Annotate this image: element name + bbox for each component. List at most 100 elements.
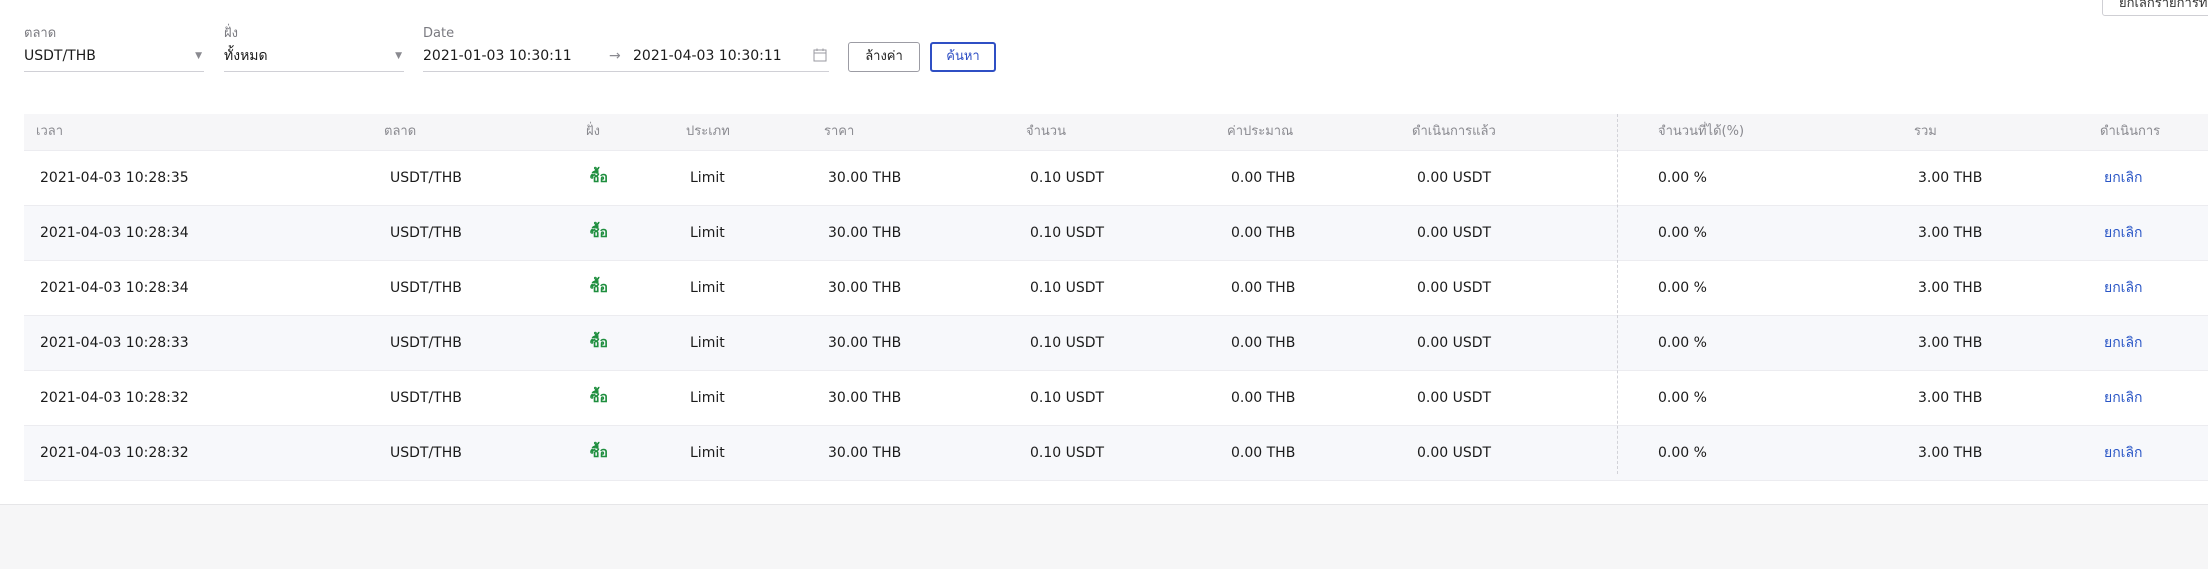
cell-estimate: 0.00 THB	[1231, 225, 1296, 241]
cell-total: 3.00 THB	[1918, 390, 1983, 406]
cell-estimate: 0.00 THB	[1231, 170, 1296, 186]
cell-estimate: 0.00 THB	[1231, 390, 1296, 406]
chevron-down-icon: ▼	[395, 51, 402, 61]
cell-side: ซื้อ	[590, 445, 608, 461]
cell-market: USDT/THB	[390, 225, 462, 241]
col-header-side: ฝั่ง	[586, 124, 600, 139]
cell-amount: 0.10 USDT	[1030, 225, 1105, 241]
footer-area	[0, 504, 2208, 569]
cell-estimate: 0.00 THB	[1231, 445, 1296, 461]
table-row: 2021-04-03 10:28:34 USDT/THB ซื้อ Limit 30.0…	[24, 206, 2208, 261]
cell-market: USDT/THB	[390, 390, 462, 406]
cell-side: ซื้อ	[590, 170, 608, 186]
cancel-all-button[interactable]: ยกเลิกรายการทั้งหมด	[2102, 0, 2208, 16]
cell-filled-percent: 0.00 %	[1658, 335, 1707, 351]
cell-market: USDT/THB	[390, 170, 462, 186]
market-select-value: USDT/THB	[24, 48, 96, 64]
cell-executed: 0.00 USDT	[1417, 390, 1492, 406]
table-row: 2021-04-03 10:28:35 USDT/THB ซื้อ Limit 30.0…	[24, 151, 2208, 206]
cell-estimate: 0.00 THB	[1231, 335, 1296, 351]
table-header: เวลา ตลาด ฝั่ง ประเภท ราคา จำนวน ค่าประม…	[24, 114, 2208, 151]
date-end-input[interactable]: 2021-04-03 10:30:11	[633, 48, 782, 64]
market-filter-label: ตลาด	[24, 26, 57, 41]
cell-type: Limit	[690, 445, 725, 461]
cell-amount: 0.10 USDT	[1030, 390, 1105, 406]
cell-type: Limit	[690, 335, 725, 351]
cancel-order-link[interactable]: ยกเลิก	[2104, 371, 2143, 425]
col-header-market: ตลาด	[384, 124, 417, 139]
cell-price: 30.00 THB	[828, 225, 902, 241]
cancel-order-link[interactable]: ยกเลิก	[2104, 316, 2143, 370]
cell-time: 2021-04-03 10:28:34	[40, 225, 189, 241]
cancel-order-link[interactable]: ยกเลิก	[2104, 261, 2143, 315]
column-divider	[1617, 114, 1618, 474]
cell-side: ซื้อ	[590, 390, 608, 406]
search-button[interactable]: ค้นหา	[930, 42, 996, 72]
cell-side: ซื้อ	[590, 280, 608, 296]
cell-market: USDT/THB	[390, 335, 462, 351]
date-start-input[interactable]: 2021-01-03 10:30:11	[423, 48, 572, 64]
cell-amount: 0.10 USDT	[1030, 335, 1105, 351]
cell-total: 3.00 THB	[1918, 280, 1983, 296]
cell-total: 3.00 THB	[1918, 225, 1983, 241]
cell-market: USDT/THB	[390, 445, 462, 461]
cancel-order-link[interactable]: ยกเลิก	[2104, 426, 2143, 480]
cell-amount: 0.10 USDT	[1030, 445, 1105, 461]
cell-executed: 0.00 USDT	[1417, 335, 1492, 351]
cell-time: 2021-04-03 10:28:34	[40, 280, 189, 296]
cell-type: Limit	[690, 225, 725, 241]
col-header-action: ดำเนินการ	[2100, 124, 2161, 139]
table-row: 2021-04-03 10:28:32 USDT/THB ซื้อ Limit 30.0…	[24, 371, 2208, 426]
cancel-order-link[interactable]: ยกเลิก	[2104, 206, 2143, 260]
col-header-total: รวม	[1914, 124, 1937, 139]
cell-price: 30.00 THB	[828, 280, 902, 296]
cell-price: 30.00 THB	[828, 170, 902, 186]
col-header-filled-percent: จำนวนที่ได้(%)	[1658, 124, 1745, 139]
chevron-down-icon: ▼	[195, 51, 202, 61]
cell-type: Limit	[690, 390, 725, 406]
cell-filled-percent: 0.00 %	[1658, 390, 1707, 406]
cell-total: 3.00 THB	[1918, 170, 1983, 186]
cell-price: 30.00 THB	[828, 390, 902, 406]
arrow-right-icon: →	[609, 48, 621, 64]
col-header-time: เวลา	[36, 124, 64, 139]
col-header-type: ประเภท	[686, 124, 730, 139]
side-select-value: ทั้งหมด	[224, 48, 268, 64]
cell-filled-percent: 0.00 %	[1658, 280, 1707, 296]
col-header-amount: จำนวน	[1026, 124, 1066, 139]
col-header-estimate: ค่าประมาณ	[1227, 124, 1294, 139]
cell-side: ซื้อ	[590, 335, 608, 351]
col-header-price: ราคา	[824, 124, 855, 139]
cell-time: 2021-04-03 10:28:35	[40, 170, 189, 186]
side-select[interactable]: ทั้งหมด ▼	[224, 42, 404, 72]
cell-amount: 0.10 USDT	[1030, 170, 1105, 186]
cell-time: 2021-04-03 10:28:33	[40, 335, 189, 351]
side-filter-label: ฝั่ง	[224, 26, 238, 41]
cell-executed: 0.00 USDT	[1417, 445, 1492, 461]
cell-time: 2021-04-03 10:28:32	[40, 390, 189, 406]
table-row: 2021-04-03 10:28:34 USDT/THB ซื้อ Limit 30.0…	[24, 261, 2208, 316]
cell-executed: 0.00 USDT	[1417, 170, 1492, 186]
orders-table: เวลา ตลาด ฝั่ง ประเภท ราคา จำนวน ค่าประม…	[24, 114, 2208, 481]
cell-filled-percent: 0.00 %	[1658, 170, 1707, 186]
calendar-icon[interactable]	[813, 48, 827, 62]
cell-type: Limit	[690, 280, 725, 296]
cell-price: 30.00 THB	[828, 445, 902, 461]
cell-price: 30.00 THB	[828, 335, 902, 351]
date-range-picker[interactable]: 2021-01-03 10:30:11 → 2021-04-03 10:30:1…	[423, 42, 829, 72]
clear-button[interactable]: ล้างค่า	[848, 42, 920, 72]
cell-executed: 0.00 USDT	[1417, 225, 1492, 241]
cell-filled-percent: 0.00 %	[1658, 225, 1707, 241]
table-body: 2021-04-03 10:28:35 USDT/THB ซื้อ Limit 30.0…	[24, 151, 2208, 481]
table-row: 2021-04-03 10:28:33 USDT/THB ซื้อ Limit 30.0…	[24, 316, 2208, 371]
table-row: 2021-04-03 10:28:32 USDT/THB ซื้อ Limit 30.0…	[24, 426, 2208, 481]
market-select[interactable]: USDT/THB ▼	[24, 42, 204, 72]
col-header-executed: ดำเนินการแล้ว	[1412, 124, 1496, 139]
cell-side: ซื้อ	[590, 225, 608, 241]
cell-estimate: 0.00 THB	[1231, 280, 1296, 296]
cell-executed: 0.00 USDT	[1417, 280, 1492, 296]
cell-market: USDT/THB	[390, 280, 462, 296]
date-filter-label: Date	[423, 26, 455, 41]
cancel-order-link[interactable]: ยกเลิก	[2104, 151, 2143, 205]
cell-type: Limit	[690, 170, 725, 186]
